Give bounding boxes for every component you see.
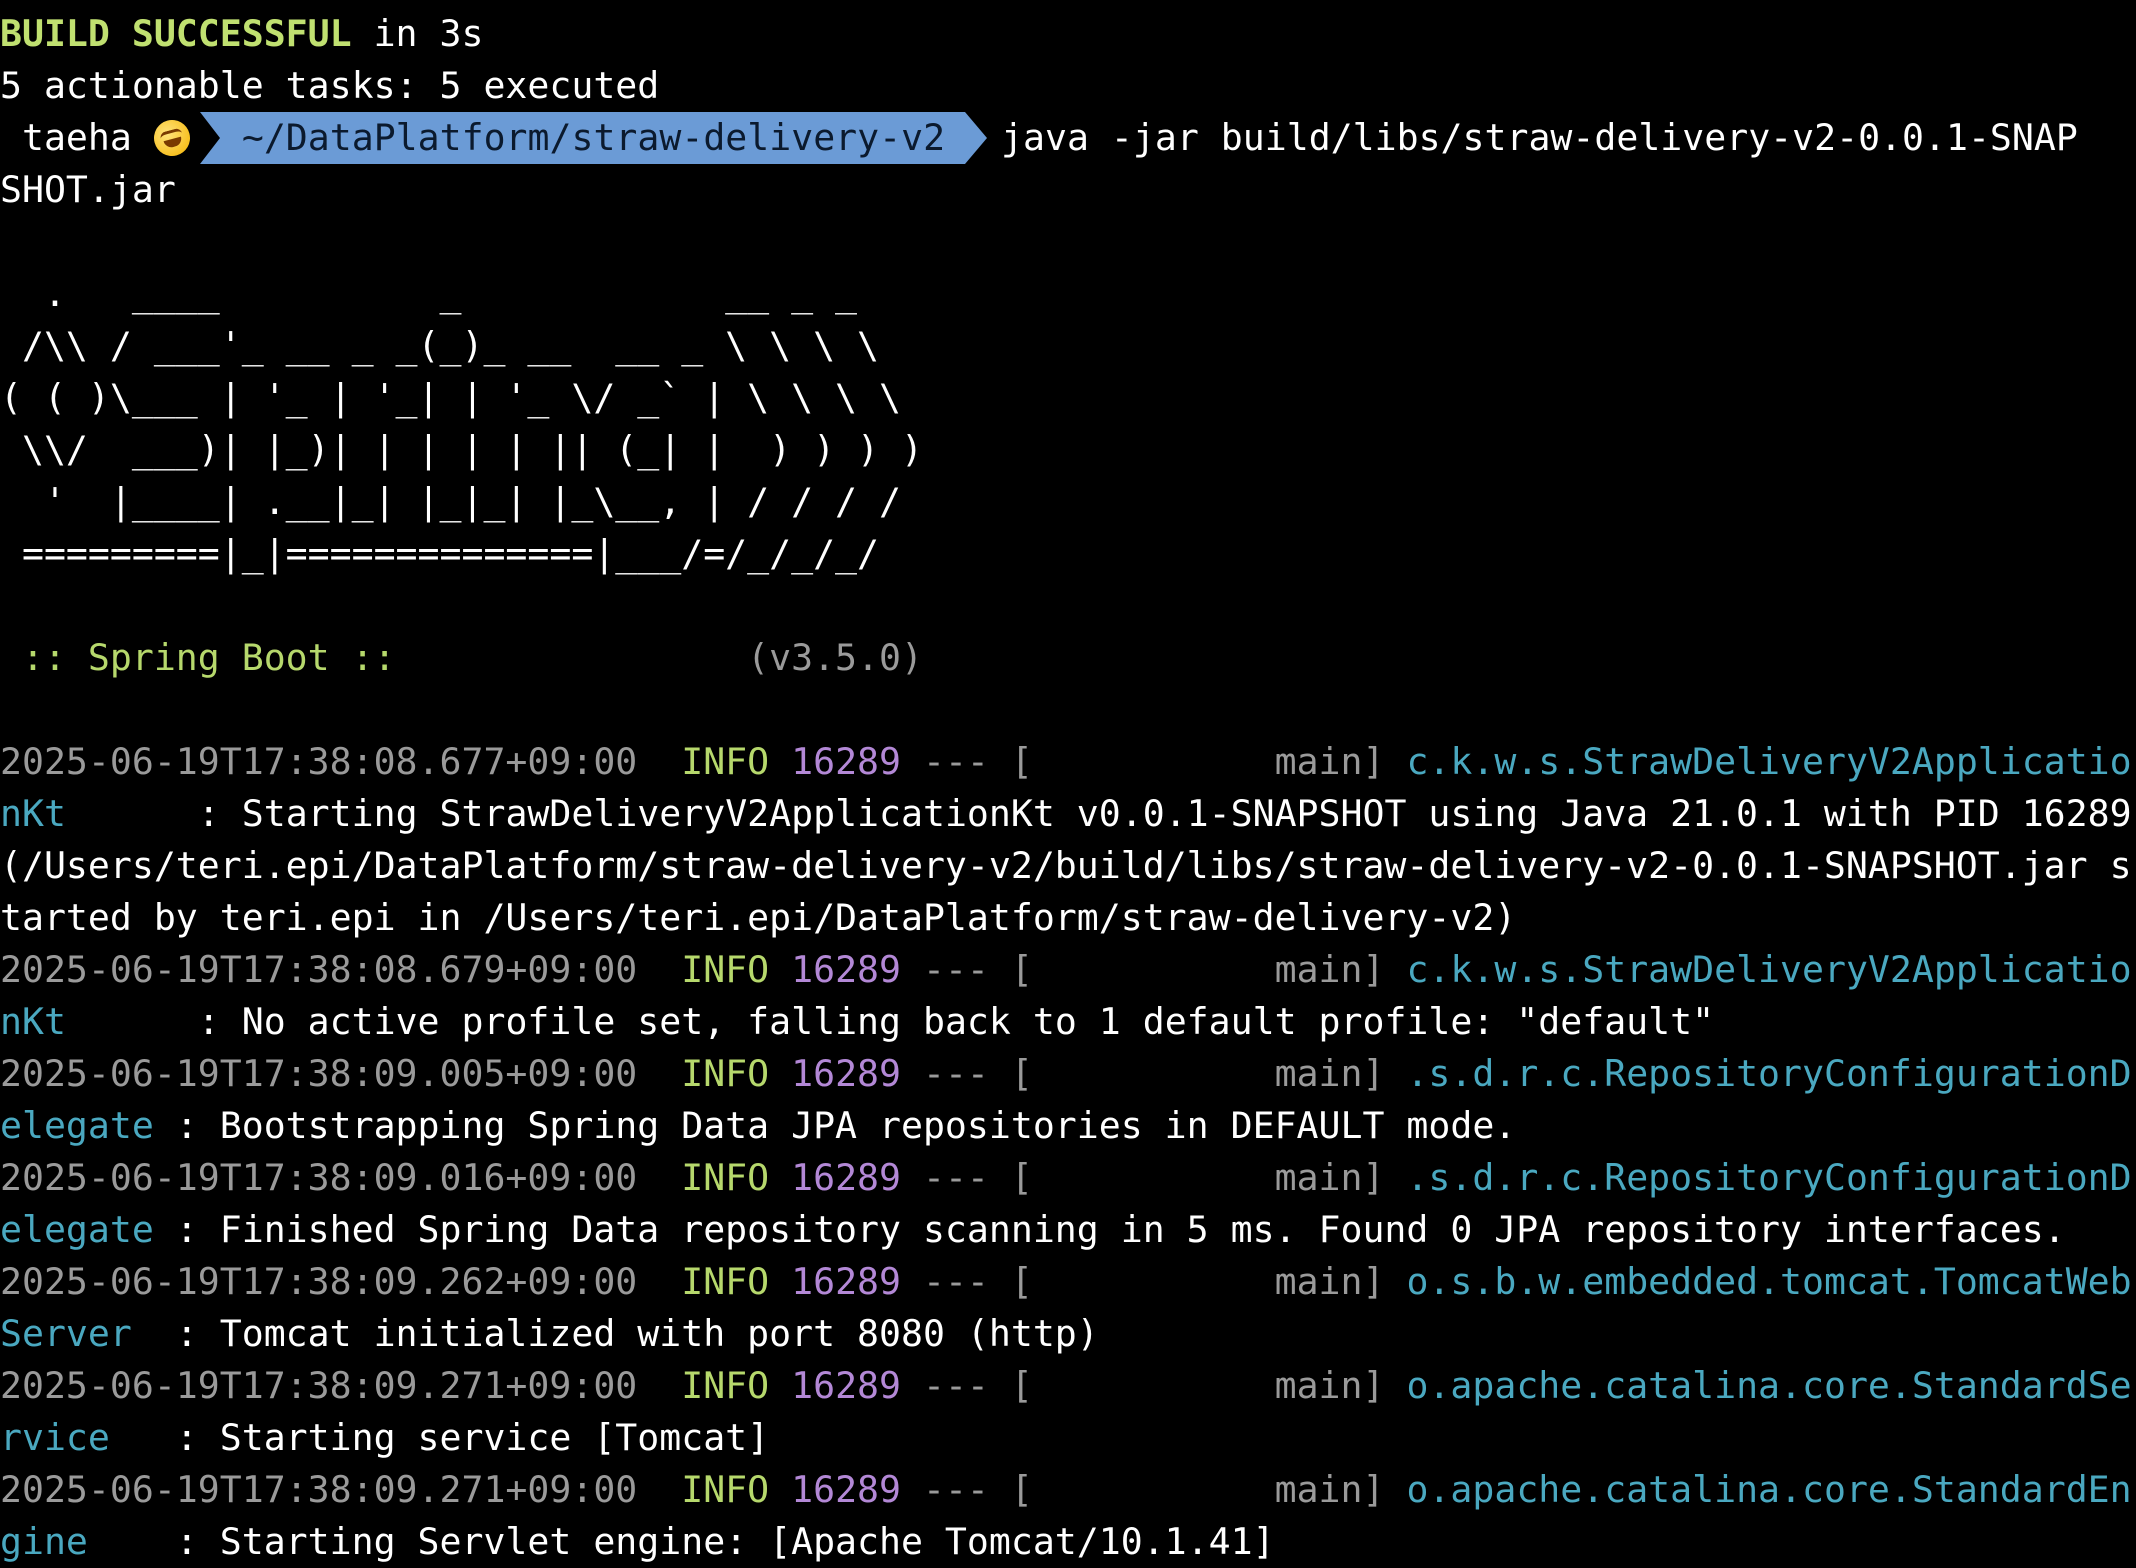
log-message: : Finished Spring Data repository scanni…	[175, 1208, 2066, 1251]
log-logger-wrap: gine	[0, 1520, 154, 1563]
log-message: (/Users/teri.epi/DataPlatform/straw-deli…	[0, 844, 2132, 887]
log-entry-message: (/Users/teri.epi/DataPlatform/straw-deli…	[0, 840, 2132, 892]
log-logger: .s.d.r.c.RepositoryConfigurationD	[1406, 1156, 2132, 1199]
log-separator: --- [	[922, 1468, 1033, 1511]
shell-prompt-line[interactable]: taeha ~/DataPlatform/straw-delivery-v2 ja…	[0, 112, 2078, 164]
log-logger-wrap: rvice	[0, 1416, 154, 1459]
spring-banner-line-2: /\\ / ___'_ __ _ _(_)_ __ __ _ \ \ \ \	[0, 324, 879, 367]
log-entry-header: 2025-06-19T17:38:08.679+09:00 INFO 16289…	[0, 944, 2132, 996]
log-message: : Tomcat initialized with port 8080 (htt…	[175, 1312, 1099, 1355]
spring-boot-label: :: Spring Boot ::	[0, 636, 418, 679]
build-duration: in 3s	[351, 12, 484, 55]
spring-boot-version-line: :: Spring Boot :: (v3.5.0)	[0, 632, 923, 684]
log-logger: c.k.w.s.StrawDeliveryV2Applicatio	[1406, 948, 2132, 991]
log-thread: main]	[1274, 948, 1385, 991]
log-timestamp: 2025-06-19T17:38:09.016+09:00	[0, 1156, 638, 1199]
log-entry-message: rvice : Starting service [Tomcat]	[0, 1412, 769, 1464]
log-entry-header: 2025-06-19T17:38:09.016+09:00 INFO 16289…	[0, 1152, 2132, 1204]
log-entry-header: 2025-06-19T17:38:09.262+09:00 INFO 16289…	[0, 1256, 2132, 1308]
prompt-username: taeha	[21, 116, 132, 159]
build-status: BUILD SUCCESSFUL	[0, 12, 352, 55]
log-message: tarted by teri.epi in /Users/teri.epi/Da…	[0, 896, 1517, 939]
rolling-on-floor-laughing-icon	[149, 115, 194, 161]
log-logger: o.apache.catalina.core.StandardSe	[1406, 1364, 2132, 1407]
log-timestamp: 2025-06-19T17:38:09.262+09:00	[0, 1260, 638, 1303]
log-pid: 16289	[791, 1156, 901, 1199]
log-entry-header: 2025-06-19T17:38:08.677+09:00 INFO 16289…	[0, 736, 2132, 788]
log-message: : Starting service [Tomcat]	[175, 1416, 770, 1459]
command-text-wrap: SHOT.jar	[0, 168, 176, 211]
terminal-window[interactable]: BUILD SUCCESSFUL in 3s 5 actionable task…	[0, 0, 2136, 1564]
log-entry-header: 2025-06-19T17:38:09.271+09:00 INFO 16289…	[0, 1464, 2132, 1516]
log-thread: main]	[1274, 1156, 1385, 1199]
log-separator: --- [	[922, 1364, 1033, 1407]
log-message: : Starting StrawDeliveryV2ApplicationKt …	[197, 792, 2132, 835]
prompt-path: ~/DataPlatform/straw-delivery-v2	[241, 116, 946, 159]
log-logger-wrap: elegate	[0, 1104, 154, 1147]
log-pid: 16289	[791, 740, 901, 783]
log-timestamp: 2025-06-19T17:38:09.271+09:00	[0, 1364, 638, 1407]
log-level: INFO	[681, 1156, 770, 1199]
log-logger: .s.d.r.c.RepositoryConfigurationD	[1406, 1052, 2132, 1095]
log-pid: 16289	[791, 1468, 901, 1511]
log-timestamp: 2025-06-19T17:38:09.271+09:00	[0, 1468, 638, 1511]
log-level: INFO	[681, 948, 770, 991]
log-entry-message: gine : Starting Servlet engine: [Apache …	[0, 1516, 1275, 1568]
command-text: java -jar build/libs/straw-delivery-v2-0…	[1001, 116, 2078, 159]
log-thread: main]	[1274, 1260, 1385, 1303]
log-logger: c.k.w.s.StrawDeliveryV2Applicatio	[1406, 740, 2132, 783]
log-separator: --- [	[922, 1156, 1033, 1199]
log-separator: --- [	[922, 1260, 1033, 1303]
log-separator: --- [	[922, 1052, 1033, 1095]
log-logger-wrap: nKt	[0, 1000, 176, 1043]
log-message: : Starting Servlet engine: [Apache Tomca…	[175, 1520, 1275, 1563]
log-entry-header: 2025-06-19T17:38:09.005+09:00 INFO 16289…	[0, 1048, 2132, 1100]
log-level: INFO	[681, 1468, 770, 1511]
log-logger-wrap: Server	[0, 1312, 154, 1355]
log-level: INFO	[681, 1260, 770, 1303]
log-thread: main]	[1274, 1468, 1385, 1511]
spring-banner-line-4: \\/ ___)| |_)| | | | | || (_| | ) ) ) )	[0, 428, 923, 471]
log-message: : Bootstrapping Spring Data JPA reposito…	[175, 1104, 1517, 1147]
log-separator: --- [	[922, 740, 1033, 783]
log-entry-header: 2025-06-19T17:38:09.271+09:00 INFO 16289…	[0, 1360, 2132, 1412]
log-entry-message: elegate : Bootstrapping Spring Data JPA …	[0, 1100, 1516, 1152]
log-pid: 16289	[791, 1052, 901, 1095]
log-level: INFO	[681, 740, 770, 783]
log-timestamp: 2025-06-19T17:38:08.677+09:00	[0, 740, 638, 783]
log-level: INFO	[681, 1364, 770, 1407]
prompt-path-segment: ~/DataPlatform/straw-delivery-v2	[199, 112, 988, 164]
log-thread: main]	[1274, 1364, 1385, 1407]
prompt-user-segment: taeha	[0, 112, 202, 164]
build-tasks-line: 5 actionable tasks: 5 executed	[0, 64, 660, 107]
log-message: : No active profile set, falling back to…	[197, 1000, 1715, 1043]
prompt: taeha ~/DataPlatform/straw-delivery-v2	[0, 112, 988, 164]
log-entry-message: tarted by teri.epi in /Users/teri.epi/Da…	[0, 892, 1516, 944]
build-result-line: BUILD SUCCESSFUL in 3s	[0, 8, 483, 60]
spring-banner-line-3: ( ( )\___ | '_ | '_| | '_ \/ _` | \ \ \ …	[0, 376, 901, 419]
log-logger: o.apache.catalina.core.StandardEn	[1406, 1468, 2132, 1511]
spring-boot-version: (v3.5.0)	[747, 636, 923, 679]
log-pid: 16289	[791, 948, 901, 991]
spring-banner-line-5: ' |____| .__|_| |_|_| |_\__, | / / / /	[0, 480, 901, 523]
spring-banner-line-1: . ____ _ __ _ _	[0, 272, 858, 315]
log-logger: o.s.b.w.embedded.tomcat.TomcatWeb	[1406, 1260, 2132, 1303]
log-thread: main]	[1274, 740, 1385, 783]
log-logger-wrap: nKt	[0, 792, 176, 835]
log-pid: 16289	[791, 1260, 901, 1303]
spring-banner-line-6: =========|_|==============|___/=/_/_/_/	[0, 532, 879, 575]
log-timestamp: 2025-06-19T17:38:08.679+09:00	[0, 948, 638, 991]
log-logger-wrap: elegate	[0, 1208, 154, 1251]
log-thread: main]	[1274, 1052, 1385, 1095]
log-entry-message: elegate : Finished Spring Data repositor…	[0, 1204, 2066, 1256]
log-level: INFO	[681, 1052, 770, 1095]
log-timestamp: 2025-06-19T17:38:09.005+09:00	[0, 1052, 638, 1095]
log-entry-message: nKt : No active profile set, falling bac…	[0, 996, 1714, 1048]
log-pid: 16289	[791, 1364, 901, 1407]
log-entry-message: Server : Tomcat initialized with port 80…	[0, 1308, 1099, 1360]
log-separator: --- [	[922, 948, 1033, 991]
log-entry-message: nKt : Starting StrawDeliveryV2Applicatio…	[0, 788, 2132, 840]
